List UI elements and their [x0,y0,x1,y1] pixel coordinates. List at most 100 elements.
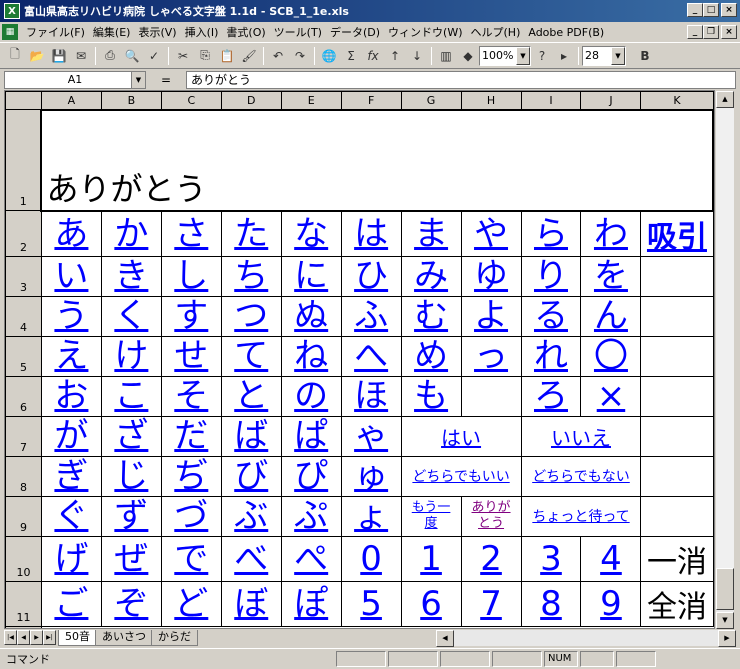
kana-link[interactable]: あ [54,214,88,254]
row-header[interactable]: 7 [5,415,42,457]
kana-link[interactable]: ゆ [474,257,508,295]
menu-edit[interactable]: 編集(E) [89,24,135,40]
kana-link[interactable]: な [294,214,328,254]
menu-file[interactable]: ファイル(F) [22,24,89,40]
yes-link[interactable]: はい [441,426,481,450]
kana-link[interactable]: ひ [354,257,388,295]
kana-link[interactable]: ね [294,337,328,375]
zoom-select[interactable]: 100% ▼ [479,45,531,66]
kana-link[interactable]: し [174,257,208,295]
kana-link[interactable]: え [54,337,88,375]
cross-link[interactable]: × [597,377,626,415]
empty-cell[interactable] [640,255,714,297]
clear-all-button[interactable]: 全消 [647,590,707,625]
hyperlink-icon[interactable]: 🌐 [318,45,340,67]
kana-link[interactable]: て [234,337,268,375]
kana-link[interactable]: め [414,337,448,375]
kana-link[interactable]: べ [234,539,268,579]
column-header[interactable]: C [160,91,222,110]
scroll-right-icon[interactable]: ▶ [718,629,736,647]
no-link[interactable]: いいえ [551,426,611,450]
last-sheet-icon[interactable]: ▶| [43,630,56,645]
empty-cell[interactable] [640,455,714,497]
menu-adobe-pdf[interactable]: Adobe PDF(B) [524,26,608,39]
save-icon[interactable]: 💾 [48,45,70,67]
scroll-up-icon[interactable]: ▲ [716,91,734,108]
menu-window[interactable]: ウィンドウ(W) [384,24,466,40]
kana-link[interactable]: じ [114,457,148,495]
column-header[interactable]: I [520,91,582,110]
doc-minimize-button[interactable]: _ [687,25,703,39]
kana-link[interactable]: う [54,297,88,335]
kana-link[interactable]: び [234,457,268,495]
select-all-corner[interactable] [5,91,42,110]
neither-link[interactable]: どちらでもない [532,469,630,485]
kana-link[interactable]: り [534,257,568,295]
row-header[interactable]: 10 [5,535,42,582]
empty-cell[interactable] [640,335,714,377]
kana-link[interactable]: る [534,297,568,335]
kana-link[interactable]: ぞ [114,584,148,624]
digit-link[interactable]: 5 [360,584,382,624]
row-header[interactable]: 5 [5,335,42,377]
sort-ascending-icon[interactable]: ↑ [384,45,406,67]
digit-link[interactable]: 6 [420,584,442,624]
menu-insert[interactable]: 挿入(I) [181,24,223,40]
font-size-select[interactable]: 28 ▼ [582,45,626,66]
help-icon[interactable]: ? [531,45,553,67]
workbook-icon[interactable]: ▦ [2,24,18,40]
menu-help[interactable]: ヘルプ(H) [467,24,525,40]
worksheet-grid[interactable]: A B C D E F G H I J K 1 ありがとう 2 あ か さ た … [4,90,715,629]
kana-link[interactable]: お [54,377,88,415]
sort-descending-icon[interactable]: ↓ [406,45,428,67]
kana-link[interactable]: か [114,214,148,254]
column-header[interactable]: E [280,91,342,110]
digit-link[interactable]: 4 [600,539,622,579]
menu-view[interactable]: 表示(V) [134,24,180,40]
column-header[interactable]: D [220,91,282,110]
row-header[interactable]: 9 [5,495,42,537]
row-header[interactable]: 4 [5,295,42,337]
kana-link[interactable]: み [414,257,448,295]
kana-link[interactable]: ぷ [294,497,328,535]
open-icon[interactable]: 📂 [26,45,48,67]
kana-link[interactable]: い [54,257,88,295]
format-painter-icon[interactable]: 🖌 [238,45,260,67]
column-header[interactable]: F [340,91,402,110]
row-header[interactable]: 8 [5,455,42,497]
kana-link[interactable]: ぎ [54,457,88,495]
kana-link[interactable]: ぱ [294,417,328,455]
scroll-track[interactable] [716,108,734,568]
kana-link[interactable]: が [54,417,88,455]
kana-link[interactable]: つ [234,297,268,335]
kana-link[interactable]: ぢ [174,457,208,495]
redo-icon[interactable]: ↷ [289,45,311,67]
kana-link[interactable]: げ [54,539,88,579]
doc-close-button[interactable]: × [721,25,737,39]
kana-link[interactable]: わ [594,214,628,254]
doc-restore-button[interactable]: ❐ [703,25,719,39]
kana-link[interactable]: ま [414,214,448,254]
digit-link[interactable]: 1 [420,539,442,579]
tab-body[interactable]: からだ [151,629,198,646]
function-icon[interactable]: fx [362,45,384,67]
empty-cell[interactable] [640,495,714,537]
kana-link[interactable]: ら [534,214,568,254]
row-header[interactable]: 1 [5,109,42,211]
kana-link[interactable]: ぶ [234,497,268,535]
menu-data[interactable]: データ(D) [326,24,384,40]
row-header[interactable]: 2 [5,210,42,257]
new-icon[interactable]: 🗋 [4,45,26,67]
kana-link[interactable]: ど [174,584,208,624]
kana-link[interactable]: ふ [354,297,388,335]
kana-link[interactable]: に [294,257,328,295]
kana-link[interactable]: た [234,214,268,254]
copy-icon[interactable]: ⎘ [194,45,216,67]
vertical-scrollbar[interactable]: ▲ ▼ [716,91,734,629]
row-header[interactable]: 11 [5,580,42,627]
scroll-left-icon[interactable]: ◀ [436,629,454,647]
chevron-down-icon[interactable]: ▼ [611,46,625,65]
kana-link[interactable]: や [474,214,508,254]
row-header[interactable]: 6 [5,375,42,417]
kana-link[interactable]: ょ [354,497,388,535]
